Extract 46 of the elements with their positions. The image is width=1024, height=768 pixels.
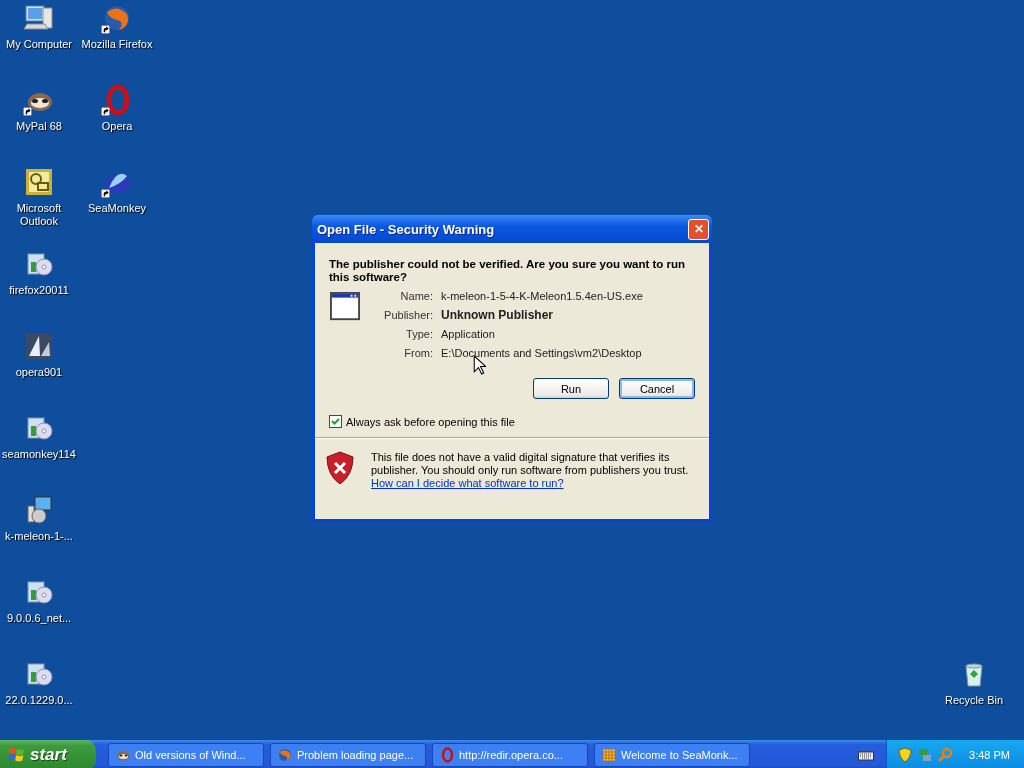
desktop-icon[interactable]: SeaMonkey (78, 166, 156, 248)
window-title: Open File - Security Warning (317, 221, 495, 237)
desktop-icon[interactable]: Microsoft Outlook (0, 166, 78, 248)
desktop-icon[interactable]: k-meleon-1-... (0, 494, 78, 576)
desktop-icon[interactable]: Opera (78, 84, 156, 166)
checkbox-label[interactable]: Always ask before opening this file (346, 415, 515, 428)
taskbar-button[interactable]: Welcome to SeaMonk... (594, 743, 750, 767)
desktop-icon[interactable]: Mozilla Firefox (78, 2, 156, 84)
desktop-icon[interactable]: MyPal 68 (0, 84, 78, 166)
windows-logo-icon (8, 746, 26, 764)
help-link[interactable]: How can I decide what software to run? (371, 477, 564, 489)
desktop-icon[interactable]: firefox20011 (0, 248, 78, 330)
field-value: E:\Documents and Settings\vm2\Desktop (441, 347, 643, 360)
field-label: Publisher: (383, 309, 433, 322)
clock: 3:48 PM (969, 749, 1010, 761)
checkbox[interactable] (329, 415, 342, 428)
letter-o-icon (439, 747, 455, 763)
warning-text: This file does not have a valid digital signature that verifies its publisher. You should only run software from publishers you trust. (371, 451, 690, 477)
application-window-icon (329, 292, 361, 322)
dialog-button[interactable]: Cancel (619, 378, 695, 399)
shield-icon[interactable] (897, 747, 914, 763)
sail-icon (23, 330, 55, 362)
desktop-icon[interactable]: Recycle Bin (936, 658, 1012, 740)
field-label: Name: (399, 290, 433, 303)
desktop-icon[interactable]: 22.0.1229.0... (0, 658, 78, 740)
field-value: Application (441, 328, 496, 341)
field-label: From: (403, 347, 433, 360)
dialog-button[interactable]: Run (533, 378, 609, 399)
close-button[interactable]: ✕ (688, 218, 709, 240)
question-text: The publisher could not be verified. Are you sure you want to run this software? (329, 258, 687, 284)
desktop-icon[interactable]: 9.0.0.6_net... (0, 576, 78, 658)
desktop-icon[interactable]: My Computer (0, 2, 78, 84)
field-value: k-meleon-1-5-4-K-Meleon1.5.4en-US.exe (441, 290, 643, 303)
mouse-pointer-icon (473, 355, 486, 375)
field-label: Type: (405, 328, 433, 341)
start-button[interactable]: start (0, 740, 96, 768)
desktop-icon[interactable]: seamonkey114 (0, 412, 78, 494)
taskbar-button[interactable]: http://redir.opera.co... (432, 743, 588, 767)
globe-icon (277, 747, 293, 763)
taskbar-button[interactable]: Old versions of Wind... (108, 743, 264, 767)
keyboard-icon[interactable] (858, 748, 875, 762)
taskbar-button[interactable]: Problem loading page... (270, 743, 426, 767)
shield-error-icon (325, 451, 355, 485)
grid-icon (601, 747, 617, 763)
field-value: Unknown Publisher (441, 309, 554, 322)
desktop-icon[interactable]: opera901 (0, 330, 78, 412)
